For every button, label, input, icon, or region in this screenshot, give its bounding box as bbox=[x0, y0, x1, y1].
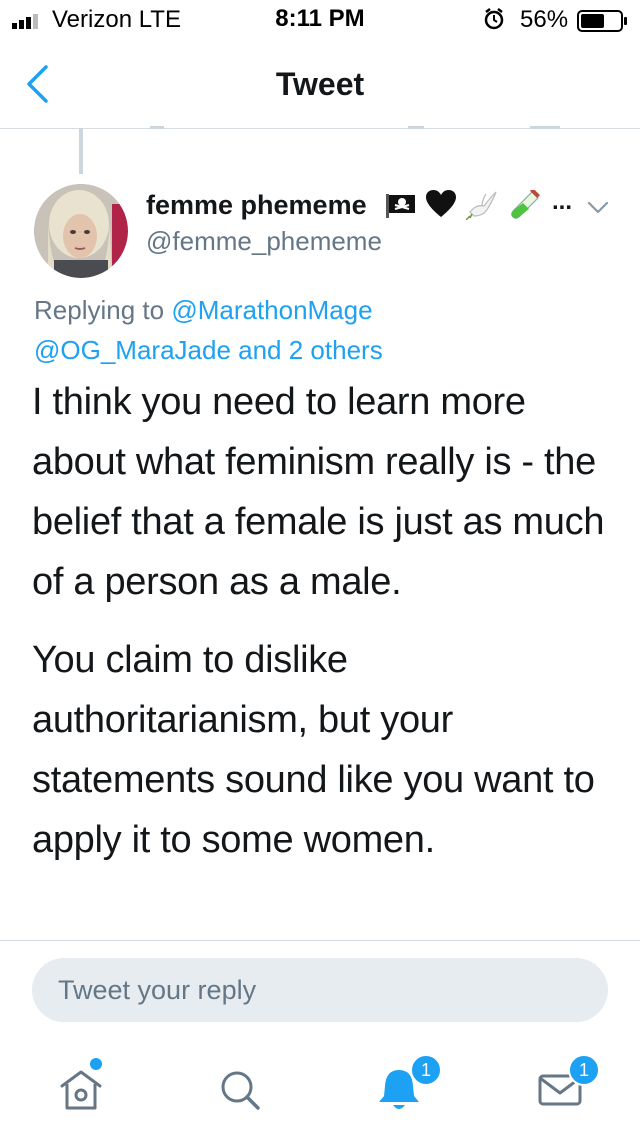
battery-icon bbox=[577, 10, 627, 32]
dove-icon bbox=[466, 191, 497, 220]
messages-badge: 1 bbox=[568, 1054, 600, 1086]
chevron-down-icon[interactable] bbox=[586, 200, 610, 216]
previous-tweet-action-edge bbox=[408, 126, 424, 129]
reply-placeholder: Tweet your reply bbox=[58, 975, 257, 1005]
page-title: Tweet bbox=[275, 66, 365, 102]
replying-to-line: Replying to @MarathonMage @OG_MaraJade a… bbox=[34, 290, 594, 370]
tweet-paragraph: I think you need to learn more about wha… bbox=[32, 381, 605, 603]
alarm-icon bbox=[484, 8, 504, 30]
previous-tweet-action-edge bbox=[530, 126, 560, 129]
name-truncation-ellipsis: ... bbox=[552, 188, 573, 215]
notifications-badge: 1 bbox=[410, 1054, 442, 1086]
previous-tweet-action-edge bbox=[150, 126, 164, 129]
thread-connector-line bbox=[79, 128, 83, 174]
replying-to-prefix: Replying to bbox=[34, 295, 172, 325]
reply-divider bbox=[0, 940, 640, 941]
name-emoji-row bbox=[386, 190, 570, 220]
tweet-paragraph: You claim to dislike authoritarianism, b… bbox=[32, 639, 595, 861]
replying-to-others-link[interactable]: @OG_MaraJade and 2 others bbox=[34, 335, 383, 365]
reply-input[interactable]: Tweet your reply bbox=[32, 958, 608, 1022]
status-bar: Verizon LTE 8:11 PM 56% bbox=[0, 0, 640, 40]
avatar-portrait bbox=[34, 184, 128, 278]
author-handle[interactable]: @femme_phememe bbox=[146, 226, 382, 257]
battery-percent: 56% bbox=[520, 6, 569, 33]
home-icon[interactable] bbox=[54, 1062, 108, 1116]
search-icon[interactable] bbox=[212, 1062, 266, 1116]
avatar[interactable] bbox=[34, 184, 128, 278]
navigation-bar: Tweet bbox=[0, 40, 640, 129]
tab-bar: 1 1 bbox=[0, 1040, 640, 1136]
test-tube-icon bbox=[511, 190, 540, 219]
replying-to-user-link[interactable]: @MarathonMage bbox=[171, 295, 372, 325]
author-display-name[interactable]: femme phememe bbox=[146, 190, 367, 221]
home-new-content-dot bbox=[90, 1058, 102, 1070]
black-heart-icon bbox=[426, 190, 456, 217]
pirate-flag-icon bbox=[386, 194, 415, 218]
